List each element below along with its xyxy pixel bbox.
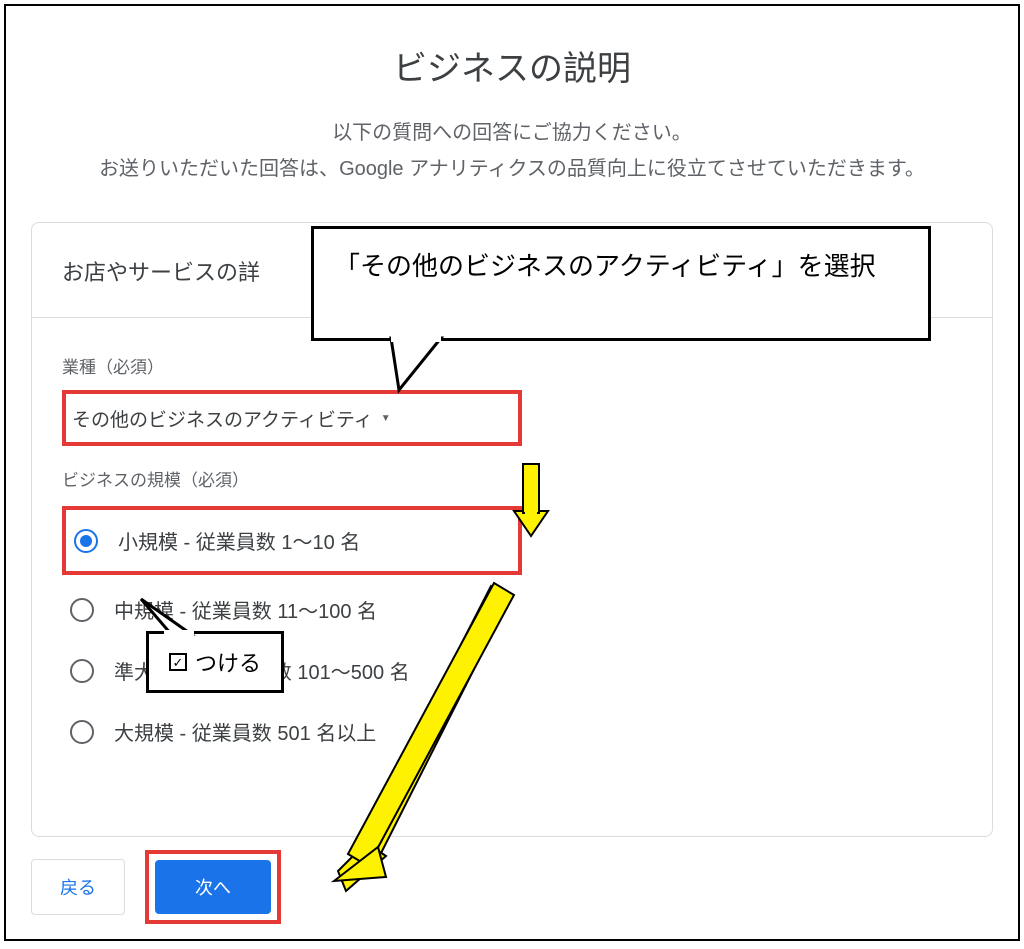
callout-tail-icon	[136, 594, 196, 644]
radio-label: 大規模 - 従業員数 501 名以上	[114, 717, 376, 746]
industry-dropdown[interactable]: その他のビジネスのアクティビティ ▼	[66, 394, 476, 442]
radio-icon	[74, 529, 98, 553]
back-button[interactable]: 戻る	[31, 859, 125, 915]
business-size-label: ビジネスの規模（必須）	[62, 466, 962, 491]
radio-icon	[70, 720, 94, 744]
radio-icon	[70, 598, 94, 622]
highlight-box-size: 小規模 - 従業員数 1〜10 名	[62, 506, 522, 575]
subtitle-line2: お送りいただいた回答は、Google アナリティクスの品質向上に役立てさせていた…	[26, 151, 998, 187]
card-body: 業種（必須） その他のビジネスのアクティビティ ▼ ビジネスの規模（必須） 小規…	[32, 318, 992, 797]
radio-label: 小規模 - 従業員数 1〜10 名	[118, 526, 360, 555]
radio-option-large[interactable]: 大規模 - 従業員数 501 名以上	[62, 701, 962, 762]
radio-option-small[interactable]: 小規模 - 従業員数 1〜10 名	[66, 510, 518, 571]
page-subtitle: 以下の質問への回答にご協力ください。 お送りいただいた回答は、Google アナ…	[6, 115, 1018, 187]
callout-tail-icon	[381, 330, 451, 400]
radio-icon	[70, 659, 94, 683]
callout-text: つける	[195, 646, 261, 678]
page-frame: ビジネスの説明 以下の質問への回答にご協力ください。 お送りいただいた回答は、G…	[4, 4, 1020, 941]
brand-name: Google	[339, 158, 404, 180]
industry-value: その他のビジネスのアクティビティ	[72, 405, 373, 432]
annotation-callout-industry: 「その他のビジネスのアクティビティ」を選択	[311, 226, 931, 341]
chevron-down-icon: ▼	[381, 413, 391, 424]
footer-buttons: 戻る 次へ	[31, 850, 281, 924]
checkbox-icon: ✓	[169, 653, 187, 671]
subtitle-line1: 以下の質問への回答にご協力ください。	[26, 115, 998, 151]
highlight-box-industry: その他のビジネスのアクティビティ ▼	[62, 390, 522, 446]
industry-label: 業種（必須）	[62, 353, 962, 378]
page-title: ビジネスの説明	[6, 41, 1018, 90]
highlight-box-next: 次へ	[145, 850, 281, 924]
next-button[interactable]: 次へ	[155, 860, 271, 914]
